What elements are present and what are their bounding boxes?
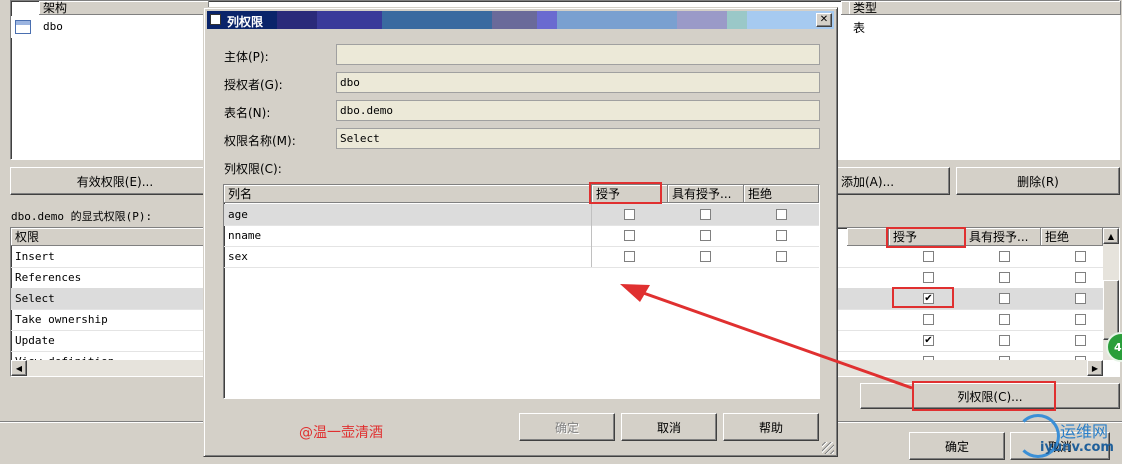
annotation-arrow bbox=[620, 284, 913, 390]
arrow-line bbox=[634, 288, 913, 390]
